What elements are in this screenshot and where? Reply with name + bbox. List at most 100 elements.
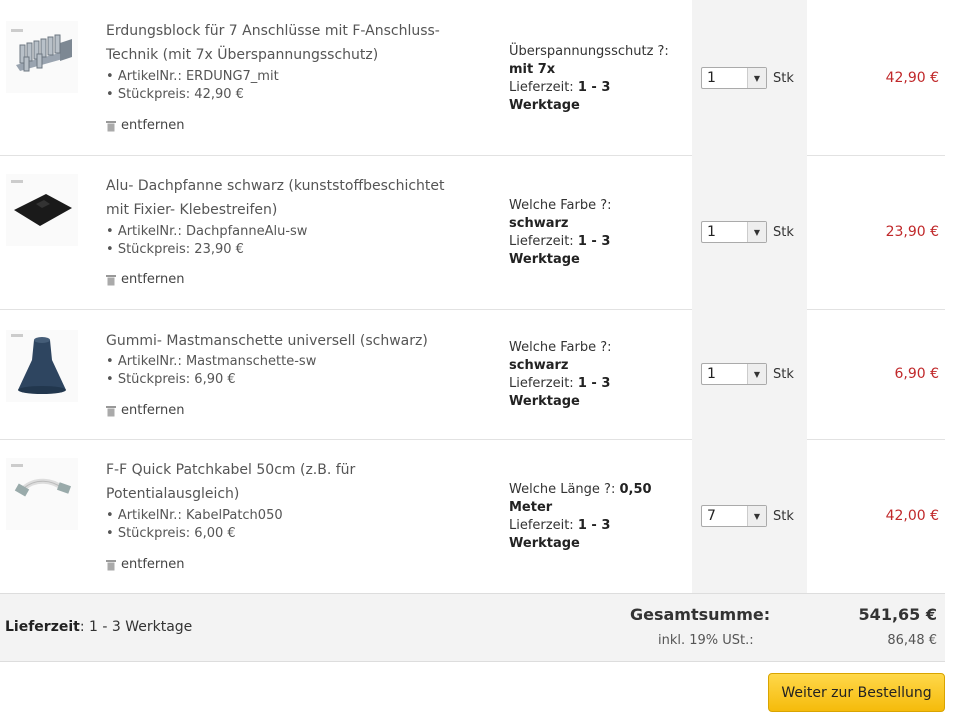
- line-total: 42,90 €: [885, 70, 939, 86]
- product-options: Welche Farbe ?: schwarz Lieferzeit: 1 - …: [509, 339, 689, 411]
- unit-price-value: 6,90 €: [194, 372, 236, 387]
- cart-row: F-F Quick Patchkabel 50cm (z.B. für Pote…: [0, 439, 945, 593]
- article-label: ArtikelNr.:: [117, 69, 182, 84]
- delivery-value: 1 - 3: [577, 376, 611, 391]
- unit-price-label: Stückpreis:: [117, 526, 191, 541]
- product-options: Überspannungsschutz ?: mit 7x Lieferzeit…: [509, 43, 689, 115]
- product-name[interactable]: F-F Quick Patchkabel 50cm (z.B. für Pote…: [106, 458, 486, 506]
- product-name[interactable]: Alu- Dachpfanne schwarz (kunststoffbesch…: [106, 174, 486, 222]
- product-image[interactable]: [6, 174, 78, 246]
- article-value: KabelPatch050: [185, 508, 283, 523]
- product-options: Welche Länge ?: 0,50 Meter Lieferzeit: 1…: [509, 481, 689, 553]
- line-total: 42,00 €: [885, 508, 939, 524]
- product-name-line: Erdungsblock für 7 Anschlüsse mit F-Ansc…: [106, 23, 440, 39]
- trash-icon: [106, 120, 116, 131]
- chevron-down-icon[interactable]: ▼: [747, 364, 766, 384]
- summary-delivery-label: Lieferzeit: [5, 619, 80, 635]
- remove-link[interactable]: entfernen: [106, 272, 185, 287]
- article-value: DachpfanneAlu-sw: [185, 224, 308, 239]
- quantity-value: 1: [707, 70, 716, 86]
- quantity-select[interactable]: 7 ▼: [701, 505, 767, 527]
- delivery-value: 1 - 3: [577, 234, 611, 249]
- remove-label: entfernen: [121, 118, 185, 133]
- product-name-line: Technik (mit 7x Überspannungsschutz): [106, 47, 379, 63]
- chevron-down-icon[interactable]: ▼: [747, 506, 766, 526]
- product-image[interactable]: [6, 458, 78, 530]
- delivery-unit: Werktage: [509, 536, 580, 551]
- quantity-select[interactable]: 1 ▼: [701, 363, 767, 385]
- article-label: ArtikelNr.:: [117, 508, 182, 523]
- option-value-unit: Meter: [509, 500, 553, 515]
- delivery-label: Lieferzeit:: [509, 376, 574, 391]
- product-name-line: Gummi- Mastmanschette universell (schwar…: [106, 333, 428, 349]
- grand-total-value: 541,65 €: [858, 605, 937, 624]
- product-image[interactable]: [6, 21, 78, 93]
- option-label: Welche Farbe ?:: [509, 198, 612, 213]
- remove-link[interactable]: entfernen: [106, 557, 185, 572]
- unit-price: • Stückpreis: 6,00 €: [106, 526, 236, 541]
- delivery-value: 1 - 3: [577, 80, 611, 95]
- chevron-down-icon[interactable]: ▼: [747, 68, 766, 88]
- mast-sleeve-icon: [11, 334, 66, 394]
- option-label: Überspannungsschutz ?:: [509, 44, 669, 59]
- line-total: 6,90 €: [894, 366, 939, 382]
- article-number: • ArtikelNr.: ERDUNG7_mit: [106, 69, 279, 84]
- product-name-line: Potentialausgleich): [106, 486, 240, 502]
- checkout-button[interactable]: Weiter zur Bestellung: [768, 673, 945, 712]
- cart-row: Alu- Dachpfanne schwarz (kunststoffbesch…: [0, 155, 945, 310]
- article-number: • ArtikelNr.: DachpfanneAlu-sw: [106, 224, 308, 239]
- unit-price-value: 6,00 €: [194, 526, 236, 541]
- remove-link[interactable]: entfernen: [106, 118, 185, 133]
- delivery-unit: Werktage: [509, 98, 580, 113]
- delivery-unit: Werktage: [509, 252, 580, 267]
- summary-delivery-value: : 1 - 3 Werktage: [79, 619, 193, 635]
- quantity-unit: Stk: [773, 70, 794, 86]
- option-value: 0,50: [619, 482, 652, 497]
- unit-price-label: Stückpreis:: [117, 372, 191, 387]
- quantity-control: 1 ▼ Stk: [701, 67, 794, 89]
- quantity-value: 1: [707, 224, 716, 240]
- unit-price-value: 42,90 €: [194, 87, 244, 102]
- article-label: ArtikelNr.:: [117, 354, 182, 369]
- quantity-value: 7: [707, 508, 716, 524]
- quantity-control: 1 ▼ Stk: [701, 363, 794, 385]
- quantity-select[interactable]: 1 ▼: [701, 67, 767, 89]
- grand-total-label: Gesamtsumme:: [630, 605, 771, 624]
- delivery-unit: Werktage: [509, 394, 580, 409]
- product-name-line: F-F Quick Patchkabel 50cm (z.B. für: [106, 462, 356, 478]
- line-total: 23,90 €: [885, 224, 939, 240]
- product-name[interactable]: Erdungsblock für 7 Anschlüsse mit F-Ansc…: [106, 19, 486, 67]
- roof-tile-icon: [11, 180, 72, 226]
- product-name-line: mit Fixier- Klebestreifen): [106, 202, 278, 218]
- option-label: Welche Farbe ?:: [509, 340, 612, 355]
- remove-link[interactable]: entfernen: [106, 403, 185, 418]
- quantity-control: 7 ▼ Stk: [701, 505, 794, 527]
- vat-label: inkl. 19% USt.:: [658, 633, 754, 648]
- remove-label: entfernen: [121, 403, 185, 418]
- option-value: mit 7x: [509, 62, 556, 77]
- delivery-label: Lieferzeit:: [509, 80, 574, 95]
- chevron-down-icon[interactable]: ▼: [747, 222, 766, 242]
- unit-price-label: Stückpreis:: [117, 87, 191, 102]
- cart-summary: Lieferzeit: 1 - 3 Werktage Gesamtsumme: …: [0, 593, 945, 662]
- option-value: schwarz: [509, 216, 569, 231]
- quantity-unit: Stk: [773, 366, 794, 382]
- unit-price: • Stückpreis: 42,90 €: [106, 87, 244, 102]
- cart-row: Erdungsblock für 7 Anschlüsse mit F-Ansc…: [0, 0, 945, 156]
- delivery-label: Lieferzeit:: [509, 518, 574, 533]
- article-number: • ArtikelNr.: KabelPatch050: [106, 508, 283, 523]
- unit-price: • Stückpreis: 6,90 €: [106, 372, 236, 387]
- product-options: Welche Farbe ?: schwarz Lieferzeit: 1 - …: [509, 197, 689, 269]
- product-name[interactable]: Gummi- Mastmanschette universell (schwar…: [106, 329, 486, 353]
- quantity-select[interactable]: 1 ▼: [701, 221, 767, 243]
- quantity-control: 1 ▼ Stk: [701, 221, 794, 243]
- option-value: schwarz: [509, 358, 569, 373]
- vat-value: 86,48 €: [887, 633, 937, 648]
- product-image[interactable]: [6, 330, 78, 402]
- remove-label: entfernen: [121, 272, 185, 287]
- trash-icon: [106, 405, 116, 416]
- article-number: • ArtikelNr.: Mastmanschette-sw: [106, 354, 317, 369]
- quantity-unit: Stk: [773, 508, 794, 524]
- quantity-unit: Stk: [773, 224, 794, 240]
- delivery-label: Lieferzeit:: [509, 234, 574, 249]
